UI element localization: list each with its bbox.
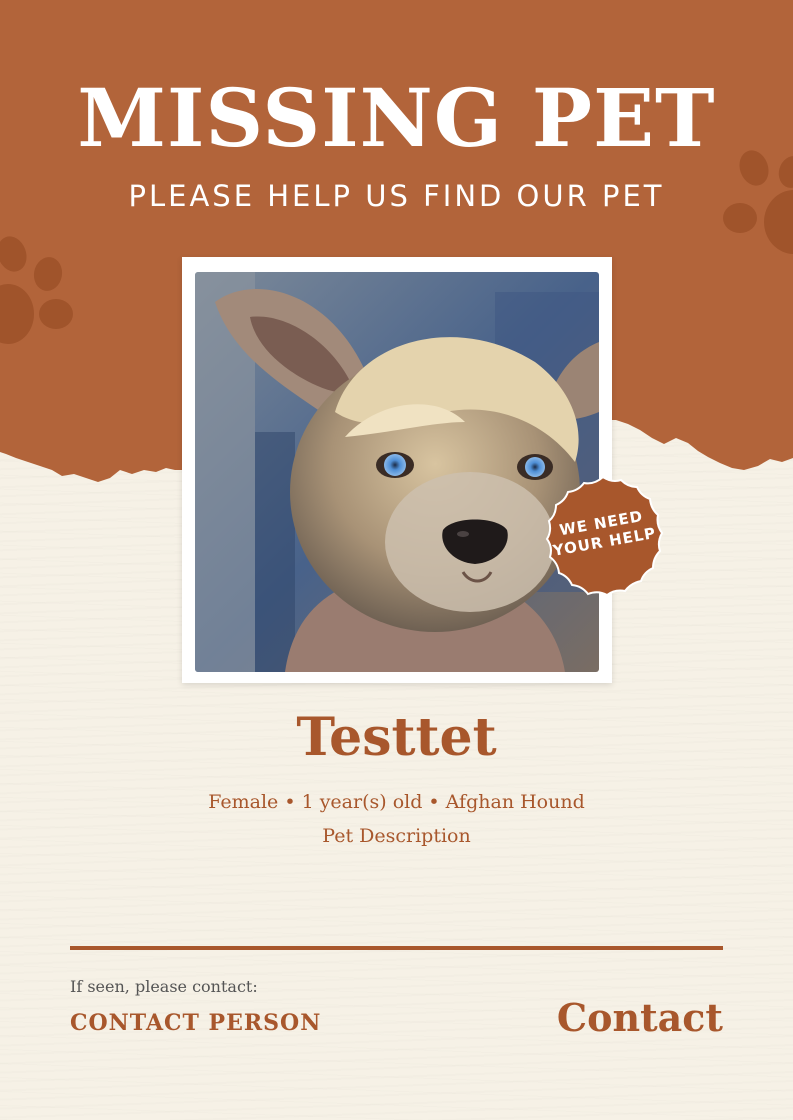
contact-value: Contact: [556, 995, 723, 1040]
help-badge: WE NEED YOUR HELP: [538, 473, 668, 613]
photo-frame: [182, 257, 612, 683]
contact-prompt: If seen, please contact:: [70, 977, 258, 996]
paw-print-icon: [0, 236, 73, 344]
pet-name: Testtet: [296, 707, 497, 768]
contact-person: CONTACT PERSON: [70, 1010, 322, 1036]
pet-description: Pet Description: [322, 825, 471, 847]
pet-details: Female • 1 year(s) old • Afghan Hound: [208, 791, 585, 813]
poster-title: MISSING PET: [77, 71, 716, 165]
poster-subtitle: PLEASE HELP US FIND OUR PET: [128, 179, 665, 213]
missing-pet-poster: MISSING PET PLEASE HELP US FIND OUR PET: [0, 0, 793, 1120]
divider: [70, 946, 723, 950]
